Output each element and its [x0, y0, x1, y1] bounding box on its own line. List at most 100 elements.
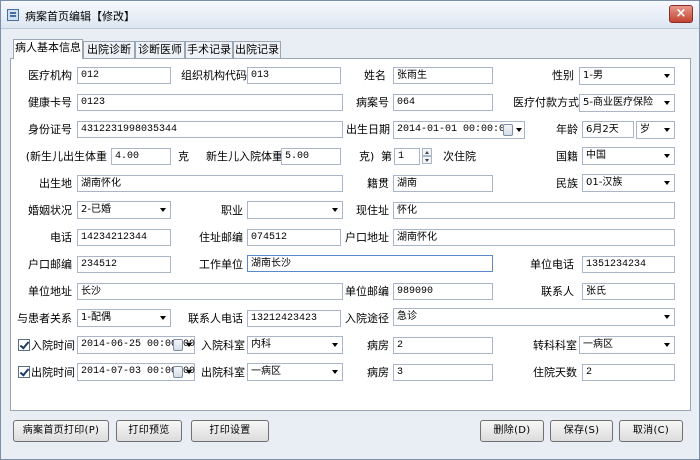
print-settings-button[interactable]: 打印设置 — [191, 420, 269, 442]
cancel-button[interactable]: 取消(C) — [619, 420, 683, 442]
birth-datetime[interactable]: 2014-01-01 00:00:00 — [393, 121, 525, 139]
ward2-field[interactable]: 3 — [393, 364, 493, 381]
tab-surgery-record[interactable]: 手术记录 — [185, 41, 233, 58]
tab-discharge-diagnosis[interactable]: 出院诊断 — [83, 41, 135, 58]
org-field[interactable]: 012 — [77, 67, 171, 84]
contact-phone-field[interactable]: 13212423423 — [247, 310, 341, 327]
unit-zip-field[interactable]: 989090 — [393, 283, 493, 300]
stepper-up-icon[interactable] — [422, 148, 432, 156]
title-bar[interactable]: 病案首页编辑【修改】 × — [1, 1, 699, 29]
gender-value: 1-男 — [583, 70, 603, 81]
birth-label: 出生日期 — [346, 123, 390, 136]
chevron-down-icon — [516, 128, 522, 132]
save-button[interactable]: 保存(S) — [550, 420, 613, 442]
payment-value: 5-商业医疗保险 — [583, 97, 653, 108]
contact-field[interactable]: 张氏 — [582, 283, 675, 300]
tab-diagnosing-doctor[interactable]: 诊断医师 — [135, 41, 185, 58]
unit-phone-label: 单位电话 — [530, 258, 574, 271]
calendar-icon[interactable] — [173, 366, 183, 378]
relation-value: 1-配偶 — [81, 312, 111, 323]
chevron-down-icon — [186, 343, 192, 347]
admission-time-datetime[interactable]: 2014-06-25 00:00:00 — [77, 336, 195, 354]
calendar-icon[interactable] — [503, 124, 513, 136]
print-preview-button[interactable]: 打印预览 — [116, 420, 182, 442]
admission-route-select[interactable]: 急诊 — [393, 308, 675, 326]
unit-address-field[interactable]: 长沙 — [77, 283, 343, 300]
nationality-value: 中国 — [586, 150, 606, 161]
chevron-down-icon — [664, 343, 670, 347]
gender-select[interactable]: 1-男 — [579, 67, 675, 85]
payment-select[interactable]: 5-商业医疗保险 — [579, 94, 675, 112]
chevron-down-icon — [664, 74, 670, 78]
ethnic-select[interactable]: 01-汉族 — [582, 174, 675, 192]
close-button[interactable]: × — [669, 5, 693, 23]
chevron-down-icon — [160, 208, 166, 212]
gender-label: 性别 — [552, 69, 574, 82]
relation-label: 与患者关系 — [17, 312, 72, 325]
admission-dept-select[interactable]: 内科 — [247, 336, 343, 354]
newborn-weight-label: (新生儿出生体重 — [25, 150, 107, 163]
admission-times-suffix: 次住院 — [443, 150, 476, 163]
print-case-button[interactable]: 病案首页打印(P) — [13, 420, 109, 442]
admission-time-checkbox[interactable] — [18, 339, 30, 351]
tab-basic-info[interactable]: 病人基本信息 — [13, 39, 83, 59]
marital-label: 婚姻状况 — [28, 204, 72, 217]
hukou-address-field[interactable]: 湖南怀化 — [393, 229, 675, 246]
hukou-zip-field[interactable]: 234512 — [77, 256, 171, 273]
chevron-down-icon — [332, 343, 338, 347]
cancel-label: 取消(C) — [632, 425, 670, 436]
age-field[interactable]: 6月2天 — [582, 121, 634, 138]
job-label: 职业 — [221, 204, 243, 217]
marital-select[interactable]: 2-已婚 — [77, 201, 171, 219]
orgcode-field[interactable]: 013 — [247, 67, 341, 84]
native-place-field[interactable]: 湖南 — [393, 175, 493, 192]
age-label: 年龄 — [556, 123, 578, 136]
ward1-field[interactable]: 2 — [393, 337, 493, 354]
caseno-field[interactable]: 064 — [393, 94, 493, 111]
address-label: 现住址 — [356, 204, 389, 217]
admission-time-label: 入院时间 — [31, 339, 75, 352]
birthplace-label: 出生地 — [39, 177, 72, 190]
relation-select[interactable]: 1-配偶 — [77, 309, 171, 327]
stepper-down-icon[interactable] — [422, 156, 432, 164]
admission-times-field[interactable]: 1 — [394, 148, 420, 165]
job-select[interactable] — [247, 201, 343, 219]
newborn-admit-weight-label: 新生儿入院体重 — [206, 150, 283, 163]
discharge-dept-select[interactable]: 一病区 — [247, 363, 343, 381]
delete-button[interactable]: 删除(D) — [480, 420, 544, 442]
transfer-dept-select[interactable]: 一病区 — [579, 336, 675, 354]
phone-field[interactable]: 14234212344 — [77, 229, 171, 246]
healthcard-field[interactable]: 0123 — [77, 94, 343, 111]
zip-label: 住址邮编 — [199, 231, 243, 244]
contact-phone-label: 联系人电话 — [188, 312, 243, 325]
chevron-down-icon — [332, 208, 338, 212]
birthplace-field[interactable]: 湖南怀化 — [77, 175, 343, 192]
idcard-field[interactable]: 4312231998035344 — [77, 121, 343, 138]
age-unit-select[interactable]: 岁 — [636, 121, 675, 139]
discharge-time-datetime[interactable]: 2014-07-03 00:00:00 — [77, 363, 195, 381]
discharge-dept-value: 一病区 — [251, 366, 281, 377]
chevron-down-icon — [664, 154, 670, 158]
admission-times-stepper[interactable] — [422, 148, 432, 164]
nationality-select[interactable]: 中国 — [582, 147, 675, 165]
address-field[interactable]: 怀化 — [393, 202, 675, 219]
unit-phone-field[interactable]: 1351234234 — [582, 256, 675, 273]
newborn-weight-field[interactable]: 4.00 — [111, 148, 171, 165]
name-field[interactable]: 张雨生 — [393, 67, 493, 84]
hukou-address-label: 户口地址 — [345, 231, 389, 244]
admission-route-value: 急诊 — [397, 311, 417, 322]
print-preview-label: 打印预览 — [128, 425, 170, 436]
tab-discharge-record[interactable]: 出院记录 — [233, 41, 281, 58]
discharge-time-checkbox[interactable] — [18, 366, 30, 378]
workunit-field[interactable]: 湖南长沙 — [247, 255, 493, 272]
newborn-admit-weight-field[interactable]: 5.00 — [281, 148, 341, 165]
admission-times-prefix: 第 — [381, 150, 392, 163]
calendar-icon[interactable] — [173, 339, 183, 351]
delete-label: 删除(D) — [493, 425, 531, 436]
print-settings-label: 打印设置 — [209, 425, 251, 436]
zip-field[interactable]: 074512 — [247, 229, 341, 246]
stay-days-field[interactable]: 2 — [582, 364, 675, 381]
org-label: 医疗机构 — [28, 69, 72, 82]
admission-dept-label: 入院科室 — [201, 339, 245, 352]
nationality-label: 国籍 — [556, 150, 578, 163]
